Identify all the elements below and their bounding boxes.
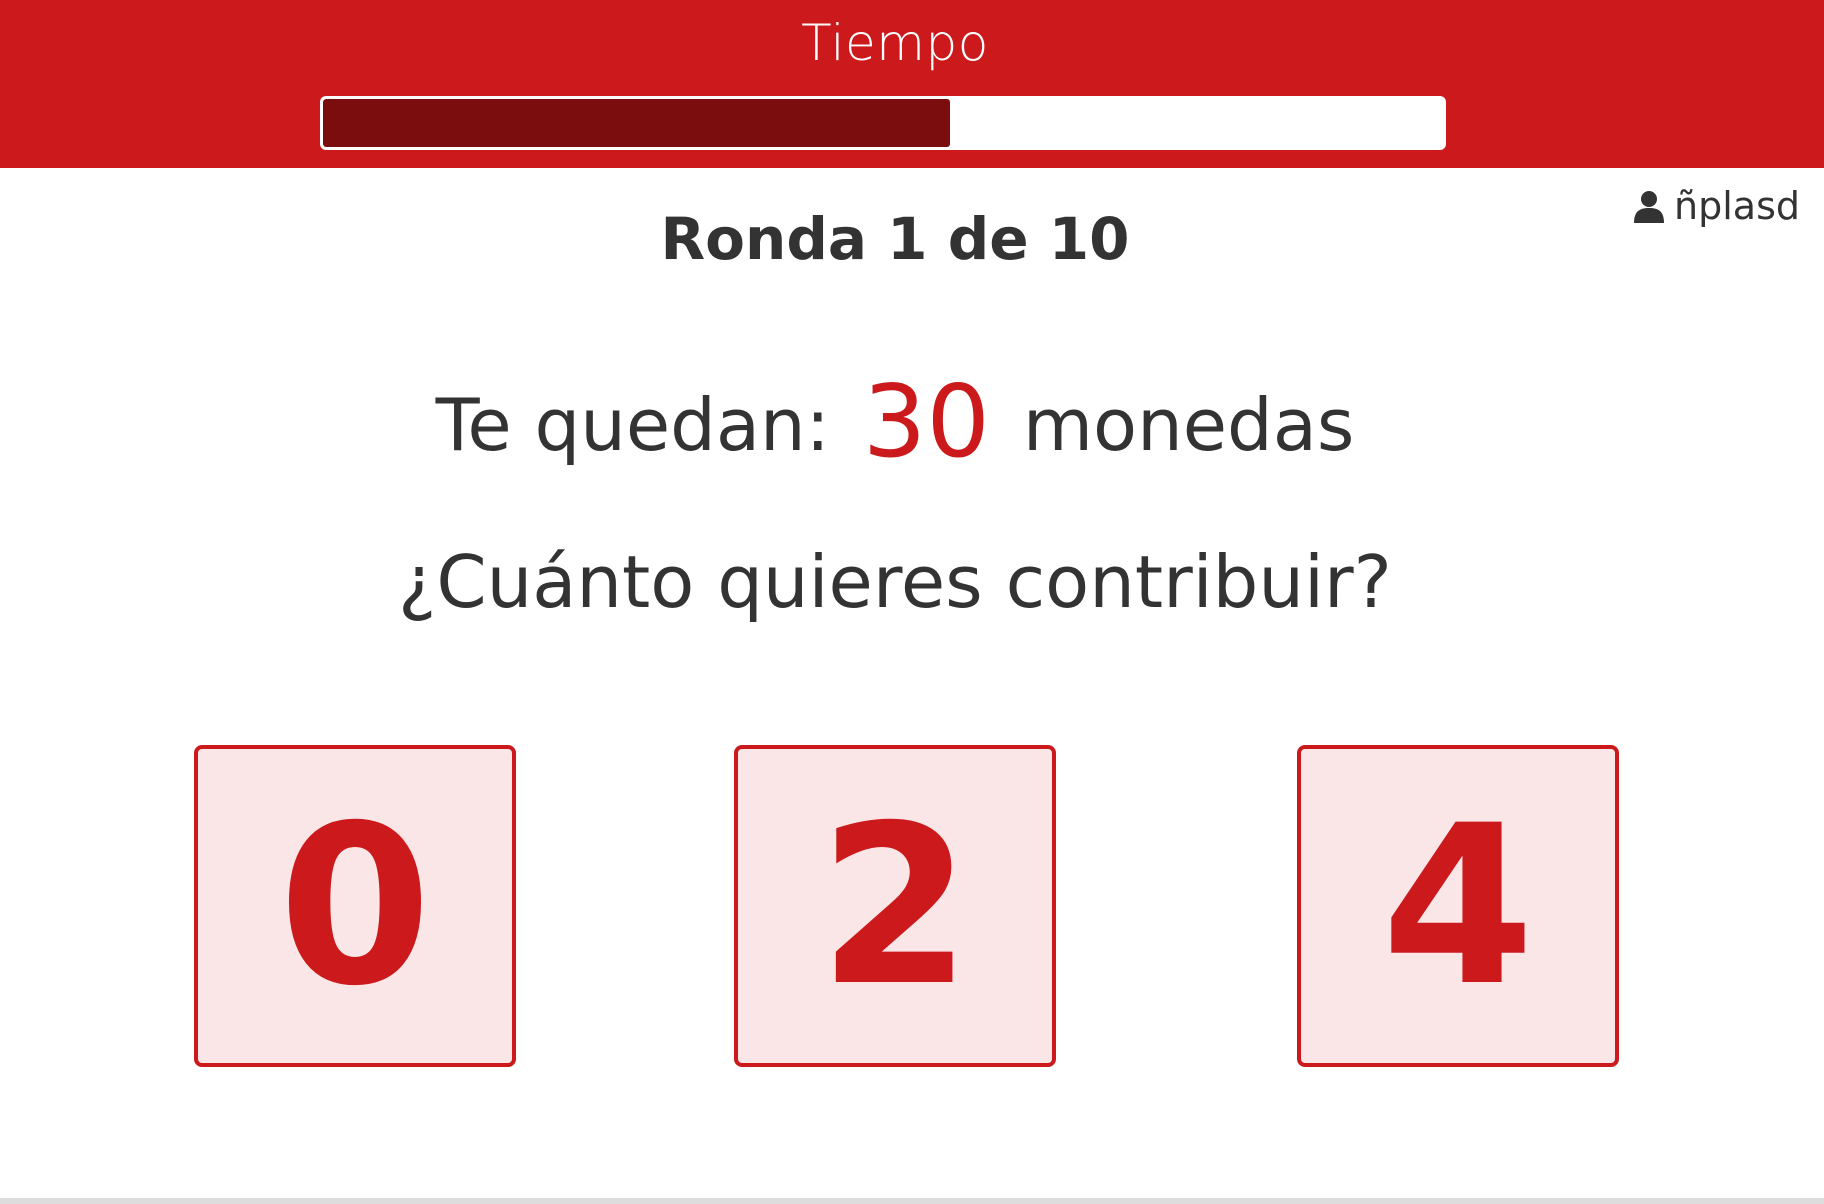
round-label: Ronda 1 de 10: [660, 205, 1130, 273]
timer-title: Tiempo: [801, 14, 989, 72]
bottom-divider: [0, 1198, 1824, 1204]
contribution-question: ¿Cuánto quieres contribuir?: [398, 540, 1392, 624]
contribute-4-button[interactable]: 4: [1297, 745, 1619, 1067]
coins-prefix: Te quedan:: [435, 383, 830, 467]
coins-amount: 30: [862, 363, 991, 480]
coins-suffix: monedas: [1022, 383, 1355, 467]
contribute-2-button[interactable]: 2: [734, 745, 1056, 1067]
coins-remaining: Te quedan: 30 monedas: [0, 372, 1790, 475]
header-bar: Tiempo: [0, 0, 1824, 168]
timer-progress-fill: [323, 99, 951, 147]
contribute-0-button[interactable]: 0: [194, 745, 516, 1067]
timer-progress-bar: [320, 96, 1446, 150]
